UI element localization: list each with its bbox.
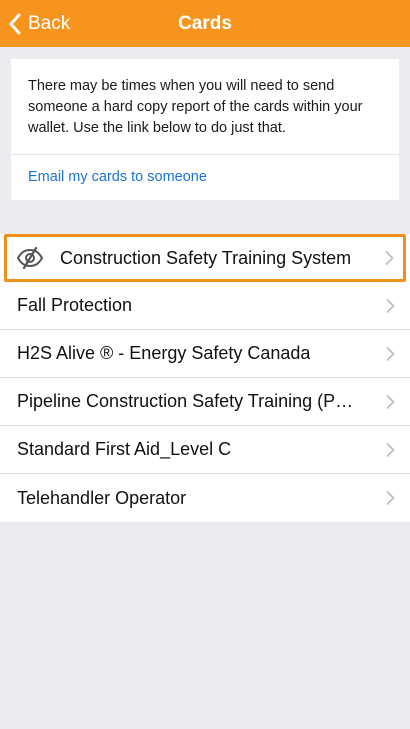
card-label: Pipeline Construction Safety Training (P… xyxy=(17,391,360,411)
email-cards-link[interactable]: Email my cards to someone xyxy=(28,169,207,185)
card-row[interactable]: Telehandler Operator xyxy=(0,474,410,522)
chevron-right-icon xyxy=(385,251,394,265)
card-label: Construction Safety Training System xyxy=(60,247,352,268)
chevron-left-icon xyxy=(9,13,21,34)
info-card: There may be times when you will need to… xyxy=(11,59,399,200)
chevron-right-icon xyxy=(386,346,395,361)
card-row[interactable]: H2S Alive ® - Energy Safety Canada xyxy=(0,330,410,378)
info-text: There may be times when you will need to… xyxy=(28,78,363,136)
card-label: H2S Alive ® - Energy Safety Canada xyxy=(17,343,311,363)
eye-slash-icon xyxy=(16,247,44,269)
back-label: Back xyxy=(28,12,71,34)
card-label: Fall Protection xyxy=(17,295,133,315)
card-row[interactable]: Fall Protection xyxy=(0,282,410,330)
chevron-right-icon xyxy=(386,298,395,313)
back-button[interactable]: Back xyxy=(8,0,70,47)
cards-list: Construction Safety Training System Fall… xyxy=(0,234,410,522)
nav-bar: Back Cards xyxy=(0,0,410,47)
card-row[interactable]: Pipeline Construction Safety Training (P… xyxy=(0,378,410,426)
card-row[interactable]: Standard First Aid_Level C xyxy=(0,426,410,474)
card-row-highlighted[interactable]: Construction Safety Training System xyxy=(4,234,406,282)
chevron-right-icon xyxy=(386,394,395,409)
chevron-right-icon xyxy=(386,442,395,457)
card-label: Standard First Aid_Level C xyxy=(17,439,232,459)
divider xyxy=(11,154,399,155)
card-label: Telehandler Operator xyxy=(17,487,187,508)
chevron-right-icon xyxy=(386,491,395,505)
